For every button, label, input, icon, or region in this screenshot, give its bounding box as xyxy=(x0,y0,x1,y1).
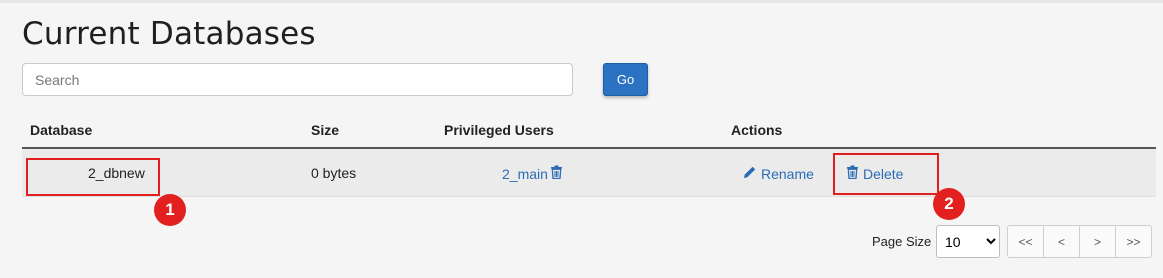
rename-action[interactable]: Rename xyxy=(743,165,814,182)
search-input[interactable] xyxy=(22,63,573,96)
table-header: Database Size Privileged Users Actions xyxy=(22,112,1156,149)
privileged-user: 2_main xyxy=(502,165,563,182)
column-header-size[interactable]: Size xyxy=(311,122,339,138)
databases-table: Database Size Privileged Users Actions 2… xyxy=(22,112,1156,197)
column-header-actions: Actions xyxy=(731,122,783,138)
highlight-box-delete xyxy=(833,153,939,195)
go-button[interactable]: Go xyxy=(603,63,648,96)
page-title: Current Databases xyxy=(22,16,316,52)
trash-icon[interactable] xyxy=(550,165,563,182)
page-size-select[interactable]: 10 xyxy=(936,225,1000,258)
column-header-privileged-users: Privileged Users xyxy=(444,122,554,138)
highlight-box-database xyxy=(26,158,160,196)
table-row: 2_dbnew 0 bytes 2_main Rename Delete xyxy=(22,149,1156,197)
first-page-button[interactable]: << xyxy=(1007,225,1044,258)
next-page-button[interactable]: > xyxy=(1079,225,1116,258)
top-border xyxy=(0,0,1163,3)
previous-page-button[interactable]: < xyxy=(1043,225,1080,258)
column-header-database[interactable]: Database xyxy=(30,122,92,138)
rename-label: Rename xyxy=(761,165,814,182)
privileged-user-link[interactable]: 2_main xyxy=(502,166,548,182)
pagination-controls: << < > >> xyxy=(1007,225,1152,258)
annotation-badge-2: 2 xyxy=(933,188,965,220)
database-size: 0 bytes xyxy=(311,165,357,181)
pencil-icon xyxy=(743,165,757,182)
annotation-badge-1: 1 xyxy=(154,194,186,226)
last-page-button[interactable]: >> xyxy=(1115,225,1152,258)
page-size-label: Page Size xyxy=(872,234,932,249)
